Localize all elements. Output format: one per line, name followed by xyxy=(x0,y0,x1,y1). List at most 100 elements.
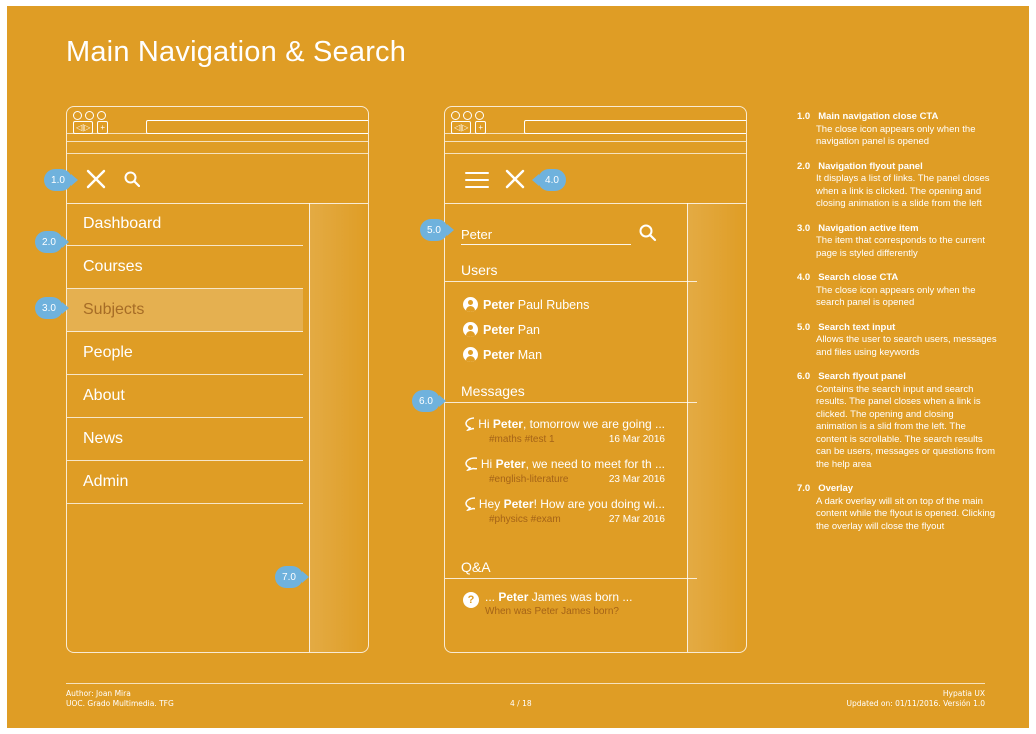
chat-icon xyxy=(465,417,475,431)
note-number: 7.0 xyxy=(797,483,811,494)
footer-author: Author: Joan Mira xyxy=(66,689,131,698)
note-body: The close icon appears only when the sea… xyxy=(816,284,976,309)
window-dots xyxy=(73,111,106,120)
user-result[interactable]: Peter Paul Rubens xyxy=(463,297,589,312)
user-name: Peter Paul Rubens xyxy=(483,298,589,312)
address-bar[interactable] xyxy=(146,120,368,134)
user-icon xyxy=(463,347,478,362)
note-number: 5.0 xyxy=(797,321,811,333)
search-icon[interactable] xyxy=(639,224,657,242)
nav-item-subjects-active[interactable]: Subjects xyxy=(67,289,303,332)
overlay[interactable] xyxy=(687,203,746,652)
snippet-pre: ... xyxy=(485,590,499,604)
hamburger-icon[interactable] xyxy=(465,170,489,190)
new-tab-icon[interactable]: + xyxy=(97,121,109,134)
message-snippet: Hi Peter, tomorrow we are going ... xyxy=(478,417,665,431)
snippet-pre: Hey xyxy=(478,497,504,511)
note: 2.0 Navigation flyout panel It displays a… xyxy=(797,161,997,211)
nav-mockup-window: ◁|▷ + Dashboard Courses Subjects People … xyxy=(66,106,369,653)
message-snippet: Hi Peter, we need to meet for th ... xyxy=(481,457,665,471)
snippet-post: , tomorrow we are going ... xyxy=(522,417,665,431)
note-body: The item that corresponds to the current… xyxy=(816,235,985,259)
nav-item-admin[interactable]: Admin xyxy=(67,461,303,504)
close-icon[interactable] xyxy=(86,169,106,189)
back-forward-icon[interactable]: ◁|▷ xyxy=(73,121,94,134)
nav-item-about[interactable]: About xyxy=(67,375,303,418)
nav-item-dashboard[interactable]: Dashboard xyxy=(67,203,303,246)
search-icon[interactable] xyxy=(124,171,140,187)
qa-heading: Q&A xyxy=(445,556,697,579)
snippet-pre: Hi xyxy=(480,457,496,471)
user-name: Peter Man xyxy=(483,348,542,362)
snippet-post: , we need to meet for th ... xyxy=(525,457,665,471)
window-dot-icon xyxy=(463,111,472,120)
window-dots xyxy=(451,111,484,120)
overlay[interactable] xyxy=(309,203,368,652)
message-result[interactable]: Hi Peter, tomorrow we are going ... #mat… xyxy=(465,417,665,445)
browser-nav-buttons: ◁|▷ + xyxy=(73,121,109,134)
message-result[interactable]: Hey Peter! How are you doing wi... #phys… xyxy=(465,497,665,525)
divider xyxy=(67,141,368,142)
message-date: 16 Mar 2016 xyxy=(608,434,665,445)
users-heading: Users xyxy=(445,259,697,282)
note-body: The close icon appears only when the nav… xyxy=(816,123,976,148)
match-text: Peter xyxy=(498,590,529,604)
nav-item-courses[interactable]: Courses xyxy=(67,246,303,289)
window-dot-icon xyxy=(85,111,94,120)
match-text: Peter xyxy=(483,347,515,362)
note: 1.0 Main navigation close CTA The close i… xyxy=(797,111,997,149)
footer-right: Hypatia UX Updated on: 01/11/2016. Versi… xyxy=(847,689,985,709)
message-snippet: Hey Peter! How are you doing wi... xyxy=(479,497,665,511)
annotation-badge: 6.0 xyxy=(412,390,446,412)
message-tags: #english-literature xyxy=(489,474,569,485)
qa-question: When was Peter James born? xyxy=(485,606,619,617)
browser-nav-buttons: ◁|▷ + xyxy=(451,121,487,134)
user-result[interactable]: Peter Man xyxy=(463,347,542,362)
user-result[interactable]: Peter Pan xyxy=(463,322,540,337)
match-text: Peter xyxy=(483,297,515,312)
page-number: 4 / 18 xyxy=(510,699,532,708)
nav-item-news[interactable]: News xyxy=(67,418,303,461)
address-bar[interactable] xyxy=(524,120,746,134)
footer-updated: Updated on: 01/11/2016. Versión 1.0 xyxy=(846,699,985,708)
snippet-post: ! How are you doing wi... xyxy=(533,497,665,511)
window-dot-icon xyxy=(73,111,82,120)
note-title: Navigation active item xyxy=(818,222,919,234)
message-result[interactable]: Hi Peter, we need to meet for th ... #en… xyxy=(465,457,665,485)
qa-result[interactable]: ? ... Peter James was born ... When was … xyxy=(463,590,632,617)
divider xyxy=(67,153,368,154)
divider xyxy=(445,153,746,154)
back-forward-icon[interactable]: ◁|▷ xyxy=(451,121,472,134)
footer-left: Author: Joan Mira UOC. Grado Multimedia.… xyxy=(66,689,174,709)
message-date: 27 Mar 2016 xyxy=(608,514,665,525)
divider xyxy=(445,141,746,142)
note-body: Allows the user to search users, message… xyxy=(816,334,997,358)
annotation-badge: 1.0 xyxy=(44,169,78,191)
note-title: Main navigation close CTA xyxy=(818,111,939,122)
annotation-badge: 7.0 xyxy=(275,566,309,588)
qa-snippet: ... Peter James was born ... xyxy=(485,590,632,604)
note-number: 6.0 xyxy=(797,371,811,382)
note-body: A dark overlay will sit on top of the ma… xyxy=(816,495,996,532)
nav-item-people[interactable]: People xyxy=(67,332,303,375)
note-title: Overlay xyxy=(818,483,854,494)
note: 5.0 Search text input Allows the user to … xyxy=(797,322,997,360)
annotation-notes: 1.0 Main navigation close CTA The close i… xyxy=(797,111,997,545)
new-tab-icon[interactable]: + xyxy=(475,121,487,134)
footer-divider xyxy=(66,683,985,684)
messages-heading: Messages xyxy=(445,380,697,403)
note-number: 4.0 xyxy=(797,272,811,283)
note: 7.0 Overlay A dark overlay will sit on to… xyxy=(797,483,997,533)
note-number: 3.0 xyxy=(797,222,811,234)
note: 3.0 Navigation active item The item that … xyxy=(797,223,997,261)
search-input[interactable]: Peter xyxy=(461,227,631,245)
search-flyout-panel: Peter Users Peter Paul Rubens Peter Pan … xyxy=(445,203,697,652)
close-icon[interactable] xyxy=(505,169,525,189)
window-dot-icon xyxy=(475,111,484,120)
annotation-badge: 3.0 xyxy=(35,297,69,319)
search-mockup-window: ◁|▷ + Peter Users Peter Paul Rubens Pete… xyxy=(444,106,747,653)
note: 4.0 Search close CTA The close icon appea… xyxy=(797,272,997,310)
match-text: Peter xyxy=(503,497,534,511)
note-number: 2.0 xyxy=(797,160,811,172)
page-title: Main Navigation & Search xyxy=(66,36,407,68)
